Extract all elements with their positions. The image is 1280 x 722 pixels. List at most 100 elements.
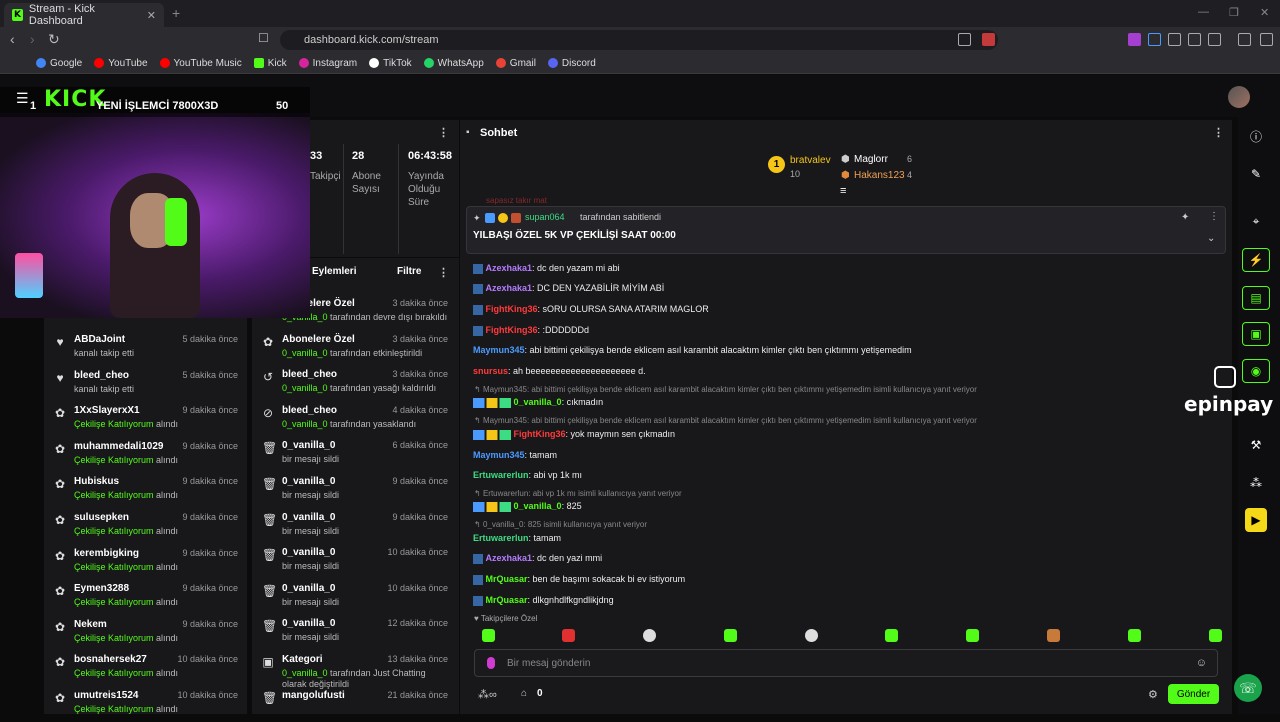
event-username[interactable]: bleed_cheo — [74, 370, 129, 381]
media-icon[interactable] — [1238, 33, 1251, 46]
event-row[interactable]: ✿ Hubiskus 9 dakika önce Çekilişe Katılı… — [54, 472, 244, 508]
emote-icon[interactable] — [966, 629, 979, 642]
stats-more-icon[interactable]: ⋮ — [438, 126, 449, 139]
leader-second-name[interactable]: Maglorr — [854, 154, 888, 165]
chat-message[interactable]: Azexhaka1: dc den yazi mmi — [473, 553, 602, 564]
bookmark-whatsapp[interactable]: WhatsApp — [423, 58, 484, 69]
chat-message[interactable]: MrQuasar: dlkgnhdlfkgndlikjdng — [473, 595, 614, 606]
maximize-icon[interactable]: ❐ — [1229, 6, 1239, 19]
chat-message[interactable]: snursus: ah beeeeeeeeeeeeeeeeeeeee d. — [473, 366, 646, 376]
action-target[interactable]: 0_vanilla_0 — [282, 547, 335, 558]
reload-icon[interactable]: ↻ — [48, 31, 60, 48]
broadcast-icon[interactable]: ◉ — [1242, 359, 1270, 383]
info-icon[interactable]: ⓘ — [1242, 124, 1270, 148]
event-row[interactable]: ✿ kerembigking 9 dakika önce Çekilişe Ka… — [54, 544, 244, 580]
action-target[interactable]: 0_vanilla_0 — [282, 583, 335, 594]
focus-icon[interactable]: ⌖ — [1242, 209, 1270, 233]
hamburger-menu-icon[interactable]: ☰ — [16, 90, 29, 107]
action-row[interactable]: 🗑 0_vanilla_0 10 dakika önce bir mesajı … — [262, 543, 452, 579]
notes-icon[interactable]: ▤ — [1242, 286, 1270, 310]
chat-username[interactable]: MrQuasar — [486, 595, 528, 605]
filter-button[interactable]: Filtre — [397, 266, 421, 277]
chat-input[interactable]: Bir mesaj gönderin ☺ — [474, 649, 1218, 677]
share-icon[interactable] — [958, 33, 971, 46]
chat-username[interactable]: Azexhaka1 — [486, 263, 533, 273]
chat-more-icon[interactable]: ⋮ — [1213, 126, 1224, 139]
chat-message[interactable]: Maymun345: tamam — [473, 450, 557, 460]
emote-icon[interactable] — [805, 629, 818, 642]
action-row[interactable]: 🗑 0_vanilla_0 10 dakika önce bir mesajı … — [262, 579, 452, 615]
window-close-icon[interactable]: ✕ — [1260, 6, 1269, 19]
forward-icon[interactable]: › — [30, 31, 35, 47]
action-target[interactable]: bleed_cheo — [282, 369, 337, 380]
chat-username[interactable]: FightKing36 — [486, 304, 538, 314]
channel-points-icon[interactable]: ⁂∞ — [478, 688, 497, 701]
leader-first-name[interactable]: bratvalev — [790, 155, 831, 166]
leader-third-name[interactable]: Hakans123 — [854, 170, 905, 181]
emote-icon[interactable] — [562, 629, 575, 642]
action-target[interactable]: 0_vanilla_0 — [282, 476, 335, 487]
bookmark-instagram[interactable]: Instagram — [298, 58, 357, 69]
event-username[interactable]: 1XxSlayerxX1 — [74, 405, 140, 416]
chat-message[interactable]: Azexhaka1: DC DEN YAZABİLİR MİYİM ABİ — [473, 283, 664, 294]
chat-username[interactable]: FightKing36 — [514, 429, 566, 439]
event-username[interactable]: bosnahersek27 — [74, 654, 147, 665]
chat-message[interactable]: 0_vanilla_0: cıkmadın — [473, 397, 603, 408]
event-row[interactable]: ✿ sulusepken 9 dakika önce Çekilişe Katı… — [54, 508, 244, 544]
expand-leaderboard-icon[interactable]: ≡ — [840, 185, 846, 197]
emote-icon[interactable] — [1047, 629, 1060, 642]
chat-icon[interactable]: ▣ — [1242, 322, 1270, 346]
wrench-icon[interactable]: ⚒ — [1242, 433, 1270, 457]
action-target[interactable]: bleed_cheo — [282, 405, 337, 416]
browser-tab[interactable]: K Stream - Kick Dashboard ✕ — [4, 3, 164, 27]
bookmark-kick[interactable]: Kick — [253, 58, 287, 69]
new-tab-icon[interactable]: + — [172, 5, 180, 21]
bookmark-google[interactable]: Google — [36, 58, 82, 69]
bookmark-tiktok[interactable]: TikTok — [369, 58, 412, 69]
url-field[interactable]: dashboard.kick.com/stream — [280, 30, 998, 50]
extensions-icon[interactable] — [1188, 33, 1201, 46]
action-target[interactable]: 0_vanilla_0 — [282, 440, 335, 451]
event-row[interactable]: ✿ 1XxSlayerxX1 9 dakika önce Çekilişe Ka… — [54, 401, 244, 437]
action-row[interactable]: 🗑 0_vanilla_0 6 dakika önce bir mesajı s… — [262, 436, 452, 472]
extension-3-icon[interactable] — [1168, 33, 1181, 46]
event-row[interactable]: ✿ muhammedali1029 9 dakika önce Çekilişe… — [54, 437, 244, 473]
chat-message[interactable]: Maymun345: abi bittimi çekilişya bende e… — [473, 345, 912, 355]
minimize-icon[interactable]: — — [1198, 6, 1209, 18]
event-row[interactable]: ✿ umutreis1524 10 dakika önce Çekilişe K… — [54, 686, 244, 722]
pinned-by-user[interactable]: supan064 — [525, 212, 565, 222]
connections-icon[interactable]: ⁂ — [1242, 471, 1270, 495]
emote-icon[interactable] — [885, 629, 898, 642]
action-row[interactable]: 🗑 0_vanilla_0 9 dakika önce bir mesajı s… — [262, 472, 452, 508]
action-target[interactable]: 0_vanilla_0 — [282, 618, 335, 629]
event-username[interactable]: Eymen3288 — [74, 583, 129, 594]
extension-1-icon[interactable] — [1128, 33, 1141, 46]
chat-message[interactable]: FightKing36: sORU OLURSA SANA ATARIM MAG… — [473, 304, 709, 315]
action-row[interactable]: 🗑 0_vanilla_0 12 dakika önce bir mesajı … — [262, 614, 452, 650]
action-target[interactable]: Kategori — [282, 654, 323, 665]
extension-2-icon[interactable] — [1148, 33, 1161, 46]
edit-icon[interactable]: ✎ — [1242, 162, 1270, 186]
emoji-icon[interactable]: ☺ — [1196, 657, 1207, 669]
pinned-more-icon[interactable]: ⋮ — [1209, 211, 1219, 222]
chat-username[interactable]: Maymun345 — [473, 345, 525, 355]
event-row[interactable]: ♥ bleed_cheo 5 dakika önce kanalı takip … — [54, 366, 244, 402]
chat-username[interactable]: Maymun345 — [473, 450, 525, 460]
bookmark-icon[interactable]: ☐ — [258, 31, 269, 45]
chat-username[interactable]: Azexhaka1 — [486, 553, 533, 563]
action-row[interactable]: ⊘ bleed_cheo 4 dakika önce 0_vanilla_0 t… — [262, 401, 452, 437]
event-username[interactable]: umutreis1524 — [74, 690, 138, 701]
chat-username[interactable]: FightKing36 — [486, 325, 538, 335]
emote-picker-icon[interactable] — [487, 657, 495, 669]
action-row[interactable]: ✿ Abonelere Özel 3 dakika önce 0_vanilla… — [262, 330, 452, 366]
lightning-icon[interactable]: ⚡ — [1242, 248, 1270, 272]
brave-shield-icon[interactable] — [982, 33, 995, 46]
chat-message[interactable]: MrQuasar: ben de başımı sokacak bi ev is… — [473, 574, 685, 585]
chat-message[interactable]: 0_vanilla_0: 825 — [473, 501, 582, 512]
event-username[interactable]: ABDaJoint — [74, 334, 125, 345]
emote-icon[interactable] — [724, 629, 737, 642]
chat-username[interactable]: 0_vanilla_0 — [514, 397, 562, 407]
chat-username[interactable]: Azexhaka1 — [486, 283, 533, 293]
clapper-icon[interactable]: ▶ — [1245, 508, 1267, 532]
bookmark-discord[interactable]: Discord — [547, 58, 596, 69]
